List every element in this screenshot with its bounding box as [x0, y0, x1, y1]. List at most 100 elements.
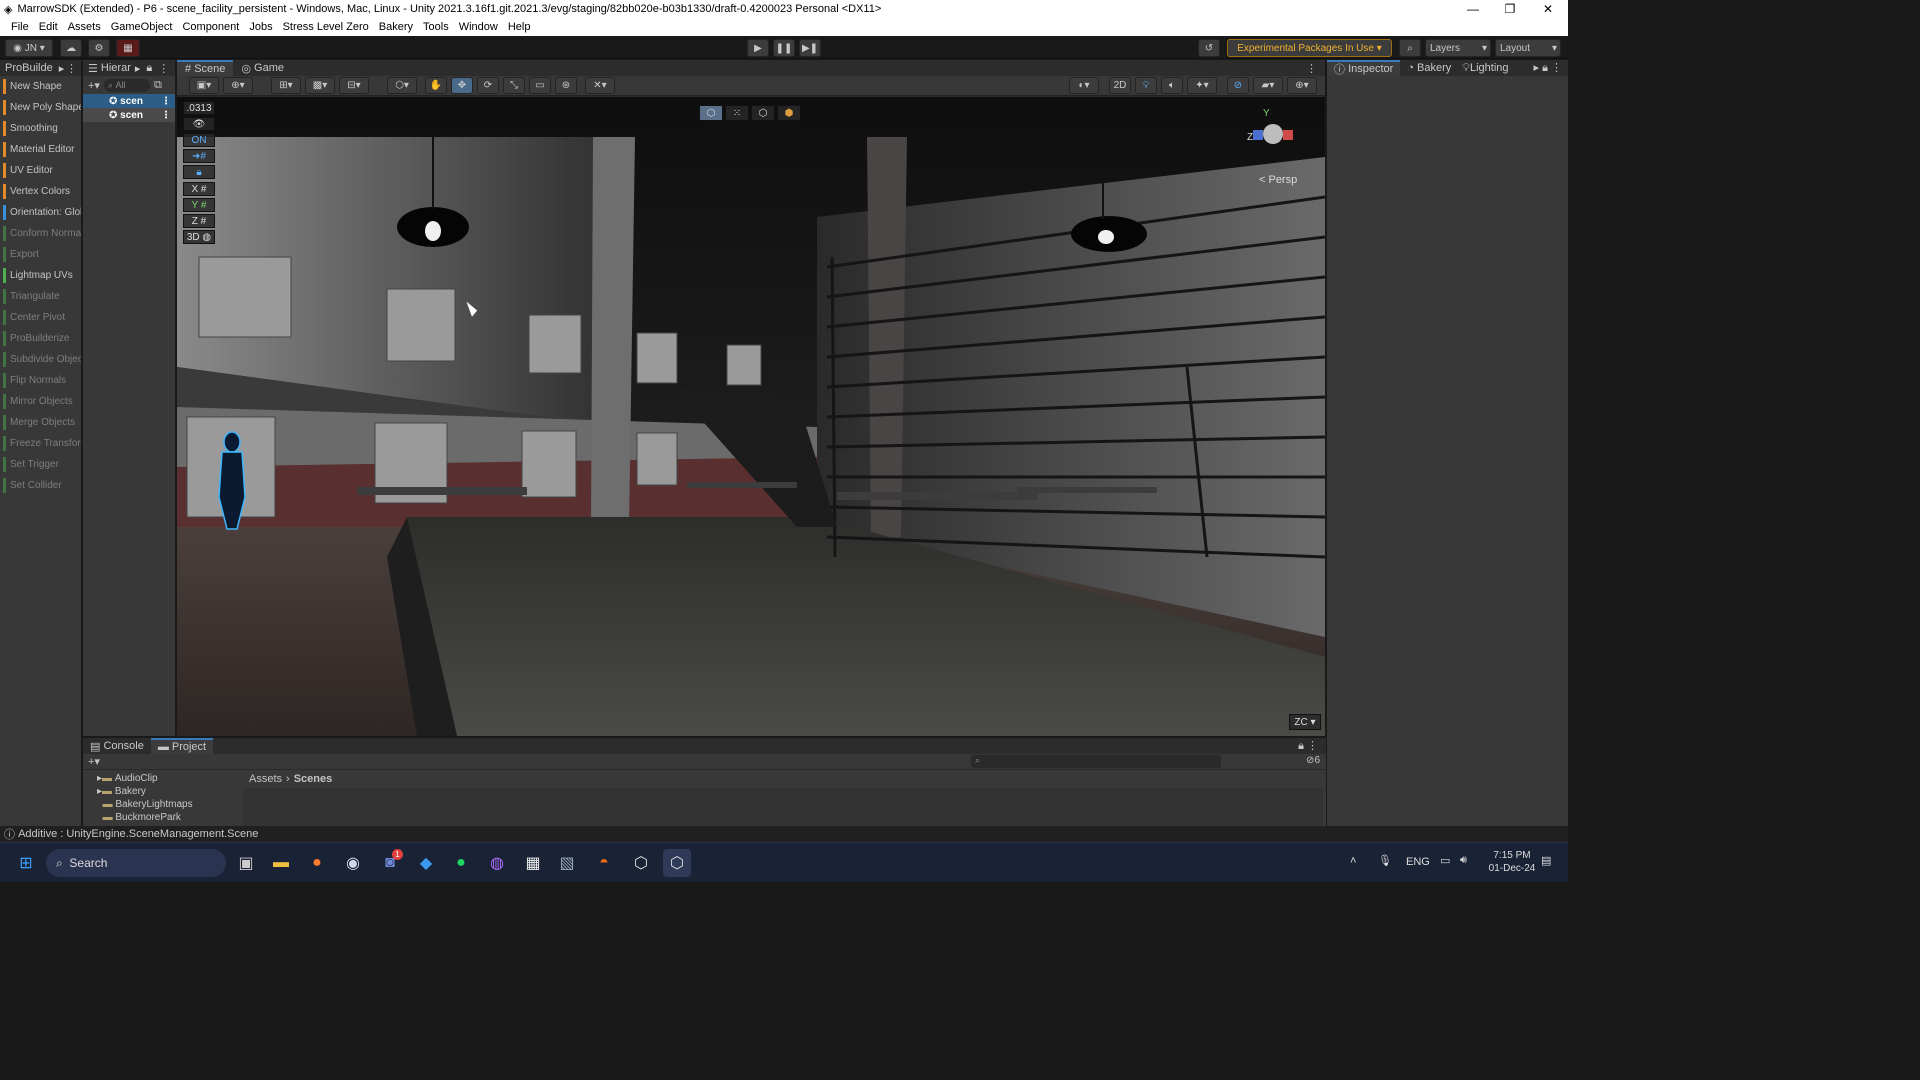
layout-dropdown[interactable]: Layout ▾: [1495, 39, 1561, 57]
menu-component[interactable]: Component: [177, 21, 244, 33]
edge-mode-icon[interactable]: ⬡: [751, 105, 775, 121]
task-view-icon[interactable]: ▣: [232, 849, 260, 877]
7zip-icon[interactable]: ▦: [519, 849, 547, 877]
probuilder-item[interactable]: Conform Normal: [0, 223, 81, 244]
effects-dropdown[interactable]: ✦▾: [1187, 77, 1217, 94]
add-asset-button[interactable]: +▾: [88, 755, 100, 768]
pause-button[interactable]: ❚❚: [773, 39, 795, 57]
project-folder[interactable]: ▸ ▬ AudioClip: [83, 772, 243, 785]
grid-toggle-dropdown[interactable]: ▩▾: [305, 77, 335, 94]
filter-icon[interactable]: ⧉: [154, 79, 162, 92]
probuilder-item[interactable]: Subdivide Object: [0, 349, 81, 370]
tab-console[interactable]: ▤ Console: [83, 738, 151, 754]
play-button[interactable]: ▶: [747, 39, 769, 57]
microphone-icon[interactable]: 🎙︎: [1378, 854, 1392, 867]
probuilder-item[interactable]: Mirror Objects: [0, 391, 81, 412]
audio-toggle-icon[interactable]: 🔈︎: [1161, 77, 1183, 94]
lock-icon[interactable]: 🔒︎: [146, 62, 152, 75]
draw-mode-dropdown[interactable]: ▣▾: [189, 77, 219, 94]
menu-jobs[interactable]: Jobs: [244, 21, 277, 33]
grid-size-field[interactable]: .0313: [183, 101, 215, 115]
custom-tools-dropdown[interactable]: ✕▾: [585, 77, 615, 94]
discord-icon[interactable]: ◙ 1: [376, 849, 404, 877]
object-mode-icon[interactable]: ⬡: [699, 105, 723, 121]
tab-inspector[interactable]: ⓘ Inspector: [1327, 60, 1401, 76]
probuilder-item[interactable]: Export: [0, 244, 81, 265]
breadcrumb-assets[interactable]: Assets: [249, 773, 282, 785]
experimental-packages-dropdown[interactable]: Experimental Packages In Use ▾: [1227, 39, 1392, 57]
pivot-dropdown[interactable]: ⬡▾: [387, 77, 417, 94]
hierarchy-search-input[interactable]: ⌕ All: [103, 78, 150, 92]
tab-scene[interactable]: # Scene: [177, 60, 234, 76]
probuilder-item[interactable]: UV Editor: [0, 160, 81, 181]
tab-bakery[interactable]: ◔ Bakery: [1400, 60, 1458, 76]
project-folder[interactable]: ▬ BakeryLightmaps: [83, 798, 243, 811]
step-button[interactable]: ▶❚: [799, 39, 821, 57]
steam-icon[interactable]: ◉: [339, 849, 367, 877]
spotify-icon[interactable]: ●: [447, 849, 475, 877]
tab-lighting[interactable]: 💡︎ Lighting: [1458, 60, 1512, 76]
axis-y-toggle[interactable]: Y #: [183, 198, 215, 212]
cloud-icon[interactable]: ☁: [60, 39, 82, 57]
probuilder-item[interactable]: Triangulate: [0, 286, 81, 307]
gizmos-dropdown[interactable]: ⊕▾: [1287, 77, 1317, 94]
unity-hub-icon[interactable]: ⬡: [627, 849, 655, 877]
shading-dropdown[interactable]: ◐▾: [1069, 77, 1099, 94]
probuilder-item[interactable]: Freeze Transform: [0, 433, 81, 454]
toggle-2d-button[interactable]: 2D: [1109, 77, 1131, 94]
vertex-mode-icon[interactable]: ⁙: [725, 105, 749, 121]
probuilder-item[interactable]: Set Collider: [0, 475, 81, 496]
menu-file[interactable]: File: [6, 21, 34, 33]
snap-arrow-icon[interactable]: ➜#: [183, 149, 215, 163]
vscode-icon[interactable]: ◆: [412, 849, 440, 877]
rotate-tool-icon[interactable]: ⟳: [477, 77, 499, 94]
network-icon[interactable]: ▭: [1440, 854, 1450, 867]
menu-tools[interactable]: Tools: [418, 21, 454, 33]
breadcrumb-scenes[interactable]: Scenes: [294, 773, 333, 785]
snap-increment-dropdown[interactable]: ⊟▾: [339, 77, 369, 94]
search-icon[interactable]: ⌕: [1399, 39, 1421, 57]
probuilder-item[interactable]: Material Editor: [0, 139, 81, 160]
grid-snap-dropdown[interactable]: ⊞▾: [271, 77, 301, 94]
probuilder-item[interactable]: Flip Normals: [0, 370, 81, 391]
lighting-toggle-icon[interactable]: 💡︎: [1135, 77, 1157, 94]
tab-game[interactable]: ◎ Game: [233, 60, 292, 76]
unity-editor-icon[interactable]: ⬡: [663, 849, 691, 877]
axis-3d-toggle[interactable]: 3D ◍: [183, 230, 215, 244]
zoom-dropdown[interactable]: ZC ▾: [1289, 714, 1321, 730]
probuilder-item[interactable]: ProBuilderize: [0, 328, 81, 349]
axis-x-toggle[interactable]: X #: [183, 182, 215, 196]
panel-menu-icon[interactable]: ▸ 🔒︎ ⋮: [1534, 61, 1569, 75]
taskbar-search[interactable]: ⌕ Search: [46, 849, 226, 877]
global-dropdown[interactable]: ⊕▾: [223, 77, 253, 94]
tray-chevron-icon[interactable]: ˄: [1350, 855, 1356, 867]
camera-dropdown[interactable]: ▰▾: [1253, 77, 1283, 94]
probuilder-item[interactable]: Orientation: Glob: [0, 202, 81, 223]
scene-viewport[interactable]: [177, 97, 1325, 736]
menu-edit[interactable]: Edit: [34, 21, 63, 33]
face-mode-icon[interactable]: ⬢: [777, 105, 801, 121]
language-indicator[interactable]: ENG: [1406, 856, 1430, 868]
orientation-gizmo[interactable]: Y Z: [1245, 108, 1305, 168]
menu-bakery[interactable]: Bakery: [374, 21, 418, 33]
probuilder-item[interactable]: Smoothing: [0, 118, 81, 139]
probuilder-item[interactable]: Lightmap UVs: [0, 265, 81, 286]
probuilder-item[interactable]: New Poly Shape: [0, 97, 81, 118]
custom-tool-icon[interactable]: ▦: [116, 39, 140, 57]
scale-tool-icon[interactable]: ⤡: [503, 77, 525, 94]
maximize-button[interactable]: ❐: [1492, 0, 1528, 18]
paint-icon[interactable]: ▧: [553, 849, 581, 877]
project-folder[interactable]: ▸ ▬ Bakery: [83, 785, 243, 798]
windows-start-icon[interactable]: ⊞: [12, 849, 40, 877]
hierarchy-row[interactable]: ✪ scen ⋮: [83, 94, 175, 108]
hidden-packages-count[interactable]: ⊘6: [1306, 755, 1320, 766]
tab-project[interactable]: ▬ Project: [150, 738, 214, 754]
hidden-objects-icon[interactable]: ⊘: [1227, 77, 1249, 94]
app-icon[interactable]: ◍: [483, 849, 511, 877]
hierarchy-row[interactable]: ✪ scen ⋮: [83, 108, 175, 122]
notification-icon[interactable]: ▤: [1541, 854, 1551, 867]
probuilder-item[interactable]: Vertex Colors: [0, 181, 81, 202]
snap-on-toggle[interactable]: ON: [183, 133, 215, 147]
probuilder-item[interactable]: Center Pivot: [0, 307, 81, 328]
perspective-label[interactable]: < Persp: [1259, 174, 1297, 186]
